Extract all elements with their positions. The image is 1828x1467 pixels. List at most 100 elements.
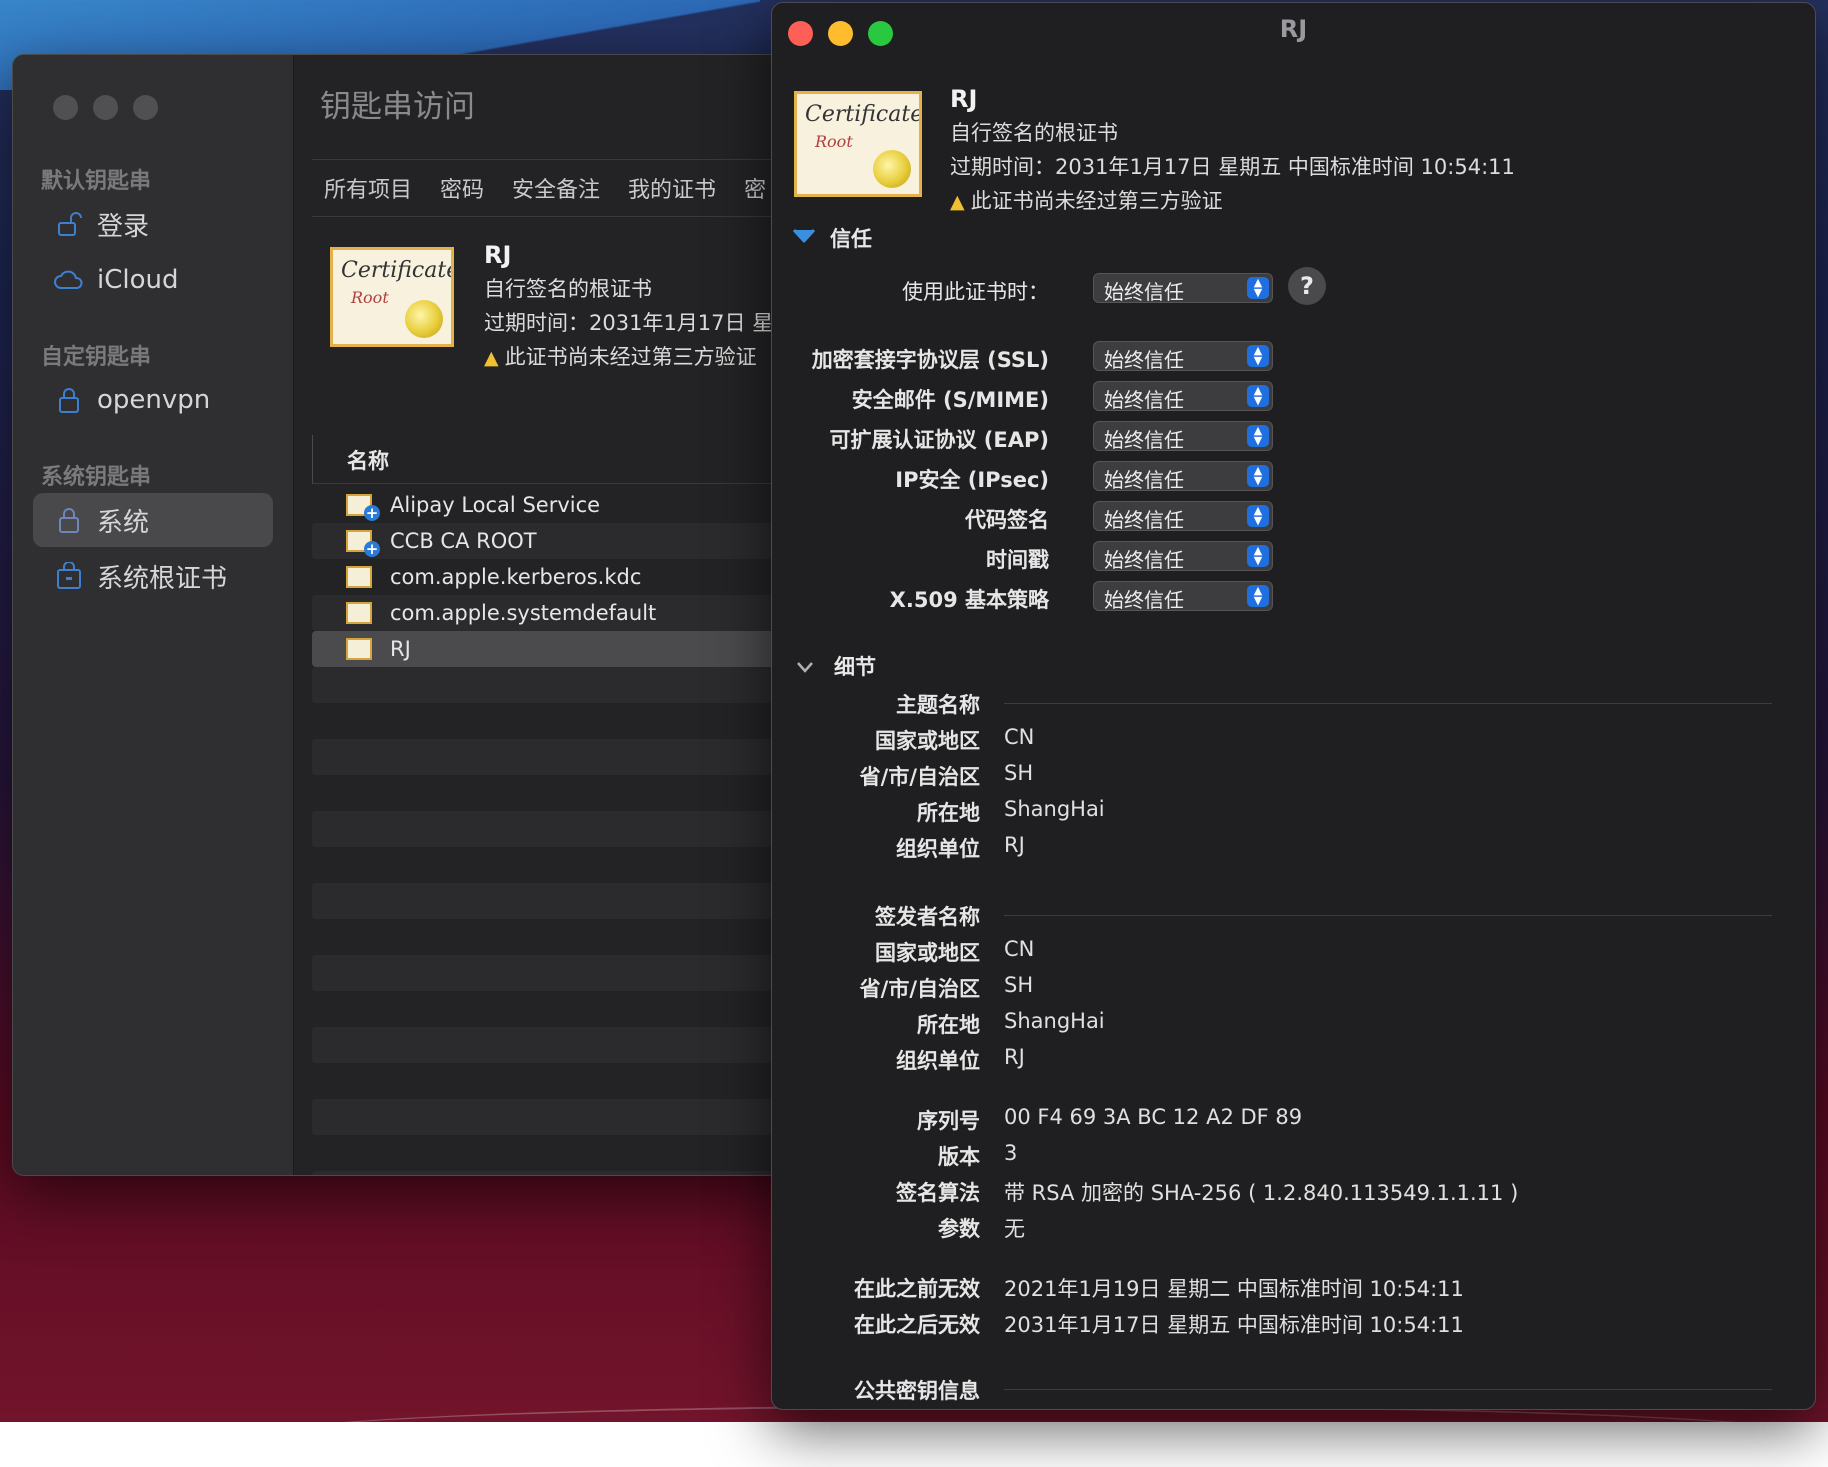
sidebar-item-icloud[interactable]: iCloud	[33, 253, 273, 307]
list-item-name: com.apple.kerberos.kdc	[390, 565, 642, 589]
warning-icon: ▲	[950, 191, 965, 213]
detail-row: 组织单位 RJ	[772, 1045, 1772, 1077]
list-item-name: CCB CA ROOT	[390, 529, 537, 553]
popup-value: 始终信任	[1104, 280, 1184, 304]
minimize-button[interactable]	[93, 95, 118, 120]
detail-row: 省/市/自治区 SH	[772, 761, 1772, 793]
trust-use-row: 使用此证书时： 始终信任 ▲ ▼	[772, 273, 1372, 305]
unlock-icon	[47, 211, 91, 237]
sidebar-item-login[interactable]: 登录	[33, 197, 273, 251]
tab-secure-notes[interactable]: 安全备注	[512, 172, 600, 204]
policy-row-x509: X.509 基本策略 始终信任 ▲ ▼	[772, 581, 1372, 613]
policy-label: X.509 基本策略	[889, 588, 1049, 612]
policy-row-smime: 安全邮件 (S/MIME) 始终信任 ▲ ▼	[772, 381, 1372, 413]
certificate-icon: Certificate Root	[330, 247, 454, 347]
trust-section-toggle[interactable]: 信任	[792, 223, 872, 253]
policy-label: 可扩展认证协议 (EAP)	[829, 428, 1050, 452]
policy-popup-x509[interactable]: 始终信任 ▲ ▼	[1093, 581, 1273, 612]
policy-popup-eap[interactable]: 始终信任 ▲ ▼	[1093, 421, 1273, 452]
policy-popup-smime[interactable]: 始终信任 ▲ ▼	[1093, 381, 1273, 412]
detail-key: 组织单位	[896, 1049, 980, 1073]
policy-row-eap: 可扩展认证协议 (EAP) 始终信任 ▲ ▼	[772, 421, 1372, 453]
detail-value: ShangHai	[1004, 797, 1105, 821]
certificate-detail-window: RJ Certificate Root RJ 自行签名的根证书 过期时间：2031…	[771, 2, 1816, 1410]
warning-icon: ▲	[484, 347, 499, 369]
cert-icon	[346, 637, 376, 661]
policy-label: 加密套接字协议层 (SSL)	[811, 348, 1049, 372]
detail-key: 省/市/自治区	[859, 977, 980, 1001]
policy-popup-ssl[interactable]: 始终信任 ▲ ▼	[1093, 341, 1273, 372]
details-header: 细节	[834, 655, 876, 679]
public-key-heading: 公共密钥信息	[772, 1375, 1772, 1407]
popup-value: 始终信任	[1104, 508, 1184, 532]
certificate-icon: Certificate Root	[794, 91, 922, 197]
close-button[interactable]	[53, 95, 78, 120]
detail-value: CN	[1004, 725, 1035, 749]
popup-value: 始终信任	[1104, 348, 1184, 372]
detail-row: 省/市/自治区 SH	[772, 973, 1772, 1005]
popup-value: 始终信任	[1104, 588, 1184, 612]
policy-popup-timestamp[interactable]: 始终信任 ▲ ▼	[1093, 541, 1273, 572]
stepper-icon: ▲ ▼	[1247, 585, 1269, 607]
sidebar-item-system-roots[interactable]: 系统根证书	[33, 549, 273, 603]
detail-row: 组织单位 RJ	[772, 833, 1772, 865]
detail-row-not-before: 在此之前无效 2021年1月19日 星期二 中国标准时间 10:54:11	[772, 1273, 1772, 1305]
detail-value: SH	[1004, 761, 1034, 785]
sidebar-item-label: iCloud	[97, 265, 179, 295]
details-section-toggle[interactable]: 细节	[796, 651, 876, 681]
policy-popup-ipsec[interactable]: 始终信任 ▲ ▼	[1093, 461, 1273, 492]
cert-name: RJ	[484, 241, 512, 269]
window-title: RJ	[1279, 15, 1308, 43]
tab-keys[interactable]: 密	[744, 172, 766, 204]
help-button[interactable]: ?	[1288, 267, 1326, 305]
group-title: 签发者名称	[875, 905, 980, 929]
detail-value: RJ	[1004, 833, 1025, 857]
detail-value: CN	[1004, 937, 1035, 961]
list-item-name: Alipay Local Service	[390, 493, 601, 517]
sidebar-item-label: 系统	[97, 507, 150, 538]
wallpaper-arc	[260, 1405, 1820, 1467]
group-title: 主题名称	[896, 693, 980, 717]
tab-passwords[interactable]: 密码	[440, 172, 484, 204]
popup-value: 始终信任	[1104, 548, 1184, 572]
title-bar: RJ	[772, 3, 1815, 59]
policy-label: 代码签名	[965, 508, 1049, 532]
cert-plus-icon: +	[346, 529, 380, 557]
policy-label: 时间戳	[986, 548, 1049, 572]
column-header-name[interactable]: 名称	[347, 445, 389, 475]
trust-header: 信任	[830, 227, 872, 251]
zoom-button[interactable]	[133, 95, 158, 120]
issuer-name-heading: 签发者名称	[772, 901, 1772, 933]
group-title: 公共密钥信息	[854, 1379, 980, 1403]
detail-key: 省/市/自治区	[859, 765, 980, 789]
detail-key: 在此之后无效	[854, 1313, 980, 1337]
trust-use-popup[interactable]: 始终信任 ▲ ▼	[1093, 273, 1273, 304]
detail-value: RJ	[1004, 1045, 1025, 1069]
sidebar-item-label: 系统根证书	[97, 563, 228, 594]
detail-value: 00 F4 69 3A BC 12 A2 DF 89	[1004, 1105, 1303, 1129]
policy-row-timestamp: 时间戳 始终信任 ▲ ▼	[772, 541, 1372, 573]
stepper-icon: ▲ ▼	[1247, 385, 1269, 407]
sidebar-item-system[interactable]: 系统	[33, 493, 273, 547]
detail-row-signature-algorithm: 签名算法带 RSA 加密的 SHA-256 ( 1.2.840.113549.1…	[772, 1177, 1772, 1209]
subject-name-heading: 主题名称	[772, 689, 1772, 721]
lock-icon	[47, 386, 91, 414]
window-title: 钥匙串访问	[320, 89, 475, 125]
stepper-icon: ▲ ▼	[1247, 465, 1269, 487]
stepper-icon: ▲ ▼	[1247, 425, 1269, 447]
tab-all-items[interactable]: 所有项目	[324, 172, 412, 204]
policy-popup-codesign[interactable]: 始终信任 ▲ ▼	[1093, 501, 1273, 532]
detail-key: 在此之前无效	[854, 1277, 980, 1301]
chevron-down-icon	[796, 654, 820, 678]
popup-value: 始终信任	[1104, 388, 1184, 412]
detail-row: 所在地 ShangHai	[772, 797, 1772, 829]
list-item-name: RJ	[390, 637, 411, 661]
cert-warning-text: 此证书尚未经过第三方验证	[970, 189, 1223, 213]
detail-value: ShangHai	[1004, 1009, 1105, 1033]
detail-key: 所在地	[917, 1013, 980, 1037]
detail-value: 2031年1月17日 星期五 中国标准时间 10:54:11	[1004, 1313, 1464, 1337]
stepper-icon: ▲ ▼	[1247, 545, 1269, 567]
sidebar-item-openvpn[interactable]: openvpn	[33, 373, 273, 427]
cert-icon	[346, 601, 376, 625]
tab-my-certificates[interactable]: 我的证书	[628, 172, 716, 204]
